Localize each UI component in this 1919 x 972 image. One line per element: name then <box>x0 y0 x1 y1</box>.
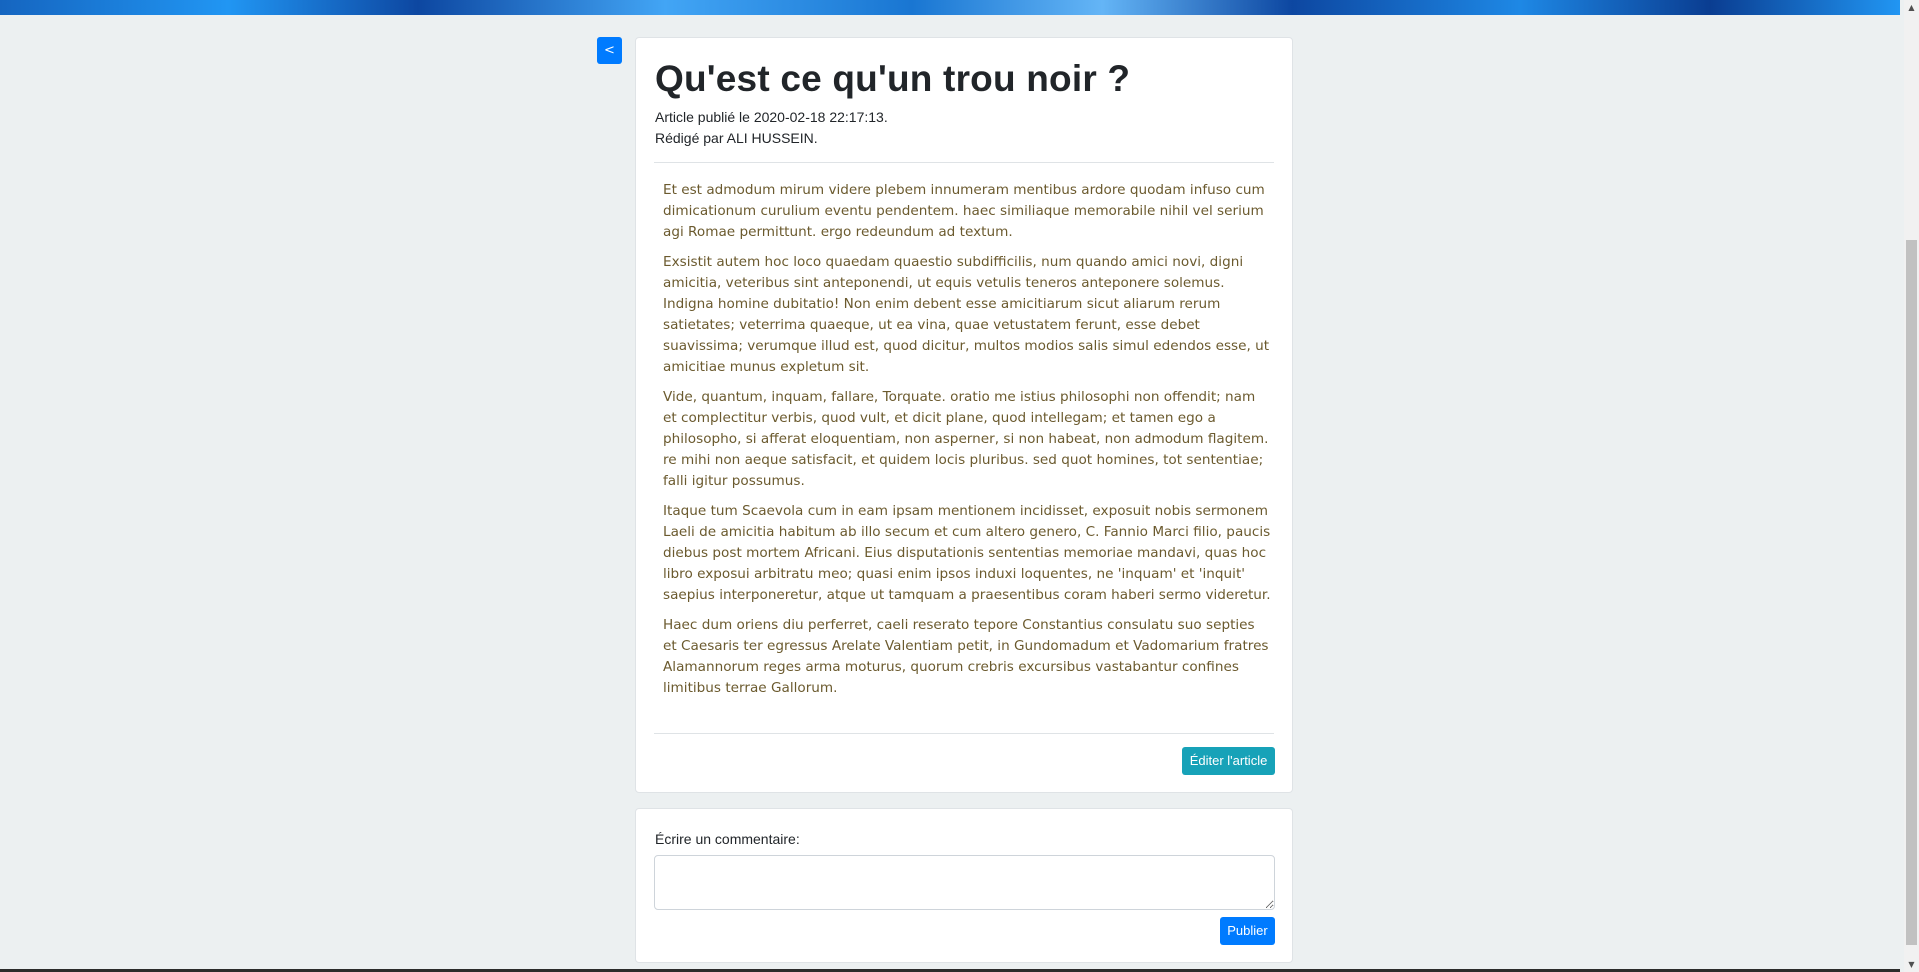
article-author: Rédigé par ALI HUSSEIN. <box>655 130 818 146</box>
top-banner-image <box>0 0 1900 15</box>
scroll-down-arrow-icon[interactable]: ▼ <box>1904 957 1919 972</box>
divider <box>654 733 1274 734</box>
comment-card: Écrire un commentaire: Publier <box>635 808 1293 963</box>
vertical-scrollbar[interactable]: ▲ ▼ <box>1904 0 1919 972</box>
scrollbar-thumb[interactable] <box>1906 240 1917 945</box>
article-body: Et est admodum mirum videre plebem innum… <box>663 180 1271 708</box>
article-paragraph: Haec dum oriens diu perferret, caeli res… <box>663 617 1269 696</box>
article-paragraph: Exsistit autem hoc loco quaedam quaestio… <box>663 254 1270 375</box>
article-paragraph: Vide, quantum, inquam, fallare, Torquate… <box>663 389 1269 489</box>
scroll-up-arrow-icon[interactable]: ▲ <box>1904 0 1919 15</box>
article-published-date: Article publié le 2020-02-18 22:17:13. <box>655 109 888 125</box>
divider <box>654 162 1274 163</box>
publish-button[interactable]: Publier <box>1220 917 1275 945</box>
article-paragraph: Et est admodum mirum videre plebem innum… <box>663 182 1265 240</box>
article-title: Qu'est ce qu'un trou noir ? <box>655 58 1131 99</box>
article-card: Qu'est ce qu'un trou noir ? Article publ… <box>635 37 1293 793</box>
comment-label: Écrire un commentaire: <box>655 831 800 847</box>
article-paragraph: Itaque tum Scaevola cum in eam ipsam men… <box>663 503 1271 603</box>
edit-article-button[interactable]: Éditer l'article <box>1182 747 1275 775</box>
comment-textarea[interactable] <box>654 855 1275 910</box>
back-button[interactable]: < <box>597 37 622 64</box>
